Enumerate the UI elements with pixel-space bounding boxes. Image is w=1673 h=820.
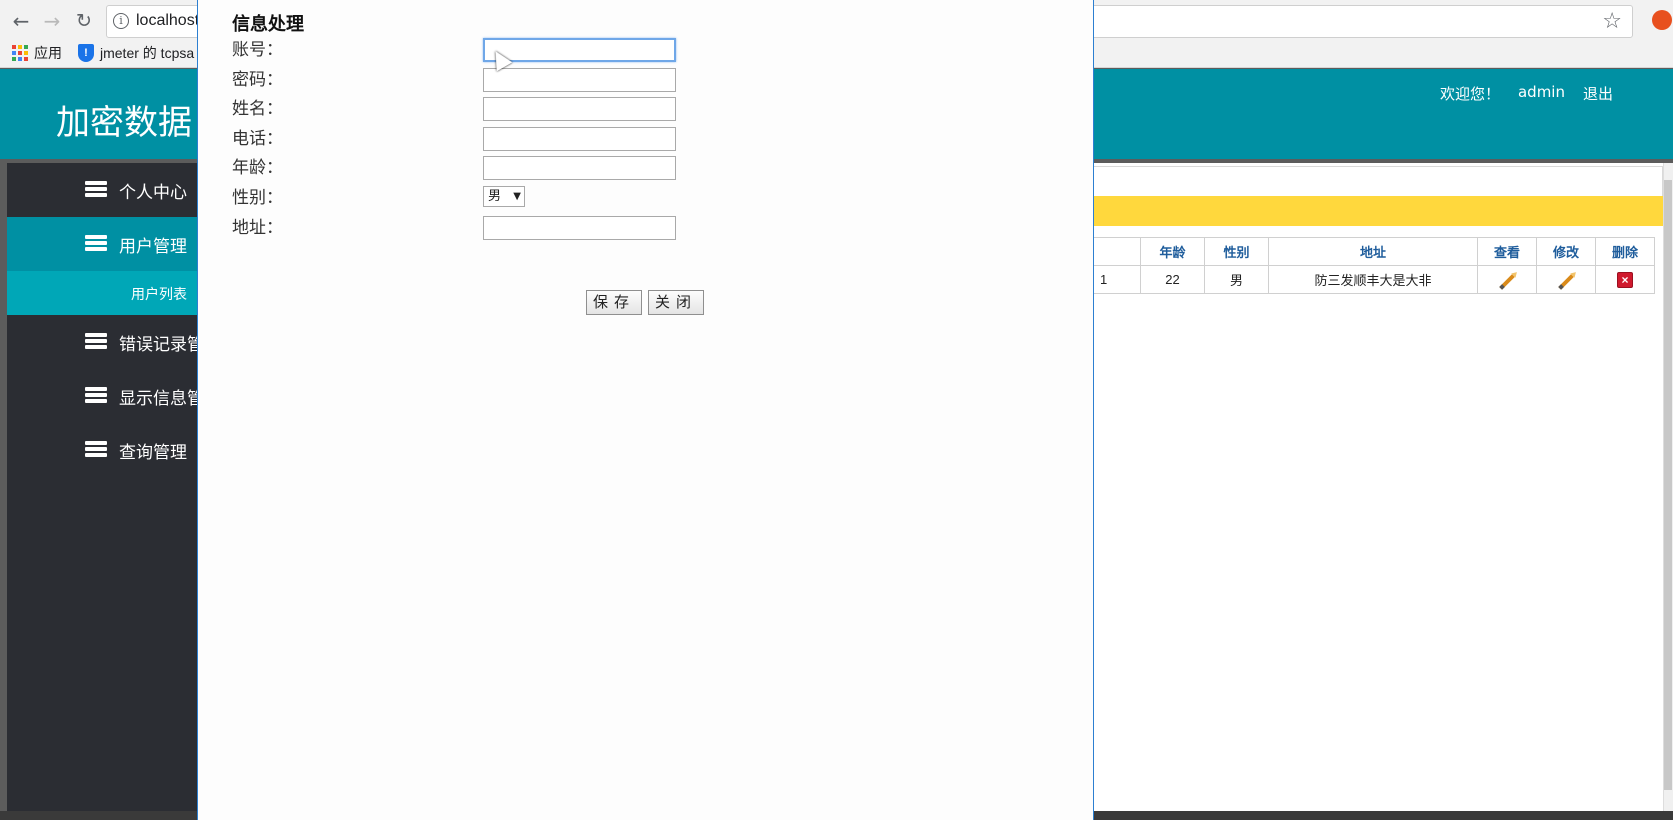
name-label: 姓名： <box>232 99 283 119</box>
password-input[interactable] <box>483 68 676 92</box>
close-button[interactable]: 关闭 <box>648 290 704 315</box>
app-title: 加密数据 <box>56 103 192 143</box>
bookmark-star-icon[interactable]: ☆ <box>1602 9 1622 34</box>
table-cell: 1 <box>1093 265 1141 294</box>
tab-strip <box>1093 166 1663 197</box>
layers-icon <box>85 235 107 253</box>
reload-icon[interactable]: ↻ <box>72 9 96 33</box>
phone-input[interactable] <box>483 127 676 151</box>
password-label: 密码： <box>232 70 283 90</box>
close-icon: × <box>1617 271 1633 288</box>
dropdown-arrow-icon: ▼ <box>513 191 521 202</box>
delete-button[interactable]: × <box>1595 265 1655 294</box>
form-row-gender: 性别： 男 ▼ <box>232 185 732 211</box>
address-label: 地址： <box>232 218 283 238</box>
user-area: 欢迎您！ admin 退出 <box>1440 83 1613 104</box>
sidebar-item-label: 错误记录管 <box>119 335 197 355</box>
bookmark-label: jmeter 的 tcpsa <box>100 45 195 61</box>
table-cell: 22 <box>1140 265 1205 294</box>
sidebar-item-display-info[interactable]: 显示信息管 <box>7 369 197 423</box>
sidebar-item-label: 个人中心 <box>119 183 187 203</box>
pencil-icon <box>1499 274 1515 290</box>
age-label: 年龄： <box>232 158 283 178</box>
username-link[interactable]: admin <box>1518 83 1565 104</box>
account-input[interactable] <box>483 38 676 62</box>
save-button[interactable]: 保存 <box>586 290 642 315</box>
back-arrow-icon[interactable]: ← <box>9 9 33 33</box>
form-row-name: 姓名： <box>232 96 732 122</box>
sidebar-item-user-management[interactable]: 用户管理 <box>7 217 197 271</box>
form-row-account: 账号： <box>232 37 732 63</box>
apps-grid-icon <box>12 45 28 61</box>
edit-button[interactable] <box>1536 265 1596 294</box>
pencil-icon <box>1558 274 1574 290</box>
table-cell: 男 <box>1204 265 1269 294</box>
info-dialog: 信息处理 账号： 密码： 姓名： 电话： 年龄： 性别： 男 ▼ 地址： 保存 … <box>197 0 1094 820</box>
age-input[interactable] <box>483 156 676 180</box>
sidebar-item-label: 用户列表 <box>131 287 187 303</box>
account-label: 账号： <box>232 40 283 60</box>
address-input[interactable] <box>483 216 676 240</box>
user-table: 年龄 性别 地址 查看 修改 删除 1 22 男 防三发顺丰大是大非 × <box>1093 237 1655 294</box>
layers-icon <box>85 181 107 199</box>
form-row-phone: 电话： <box>232 126 732 152</box>
sidebar-item-label: 显示信息管 <box>119 389 197 409</box>
sidebar-item-label: 查询管理 <box>119 443 187 463</box>
name-input[interactable] <box>483 97 676 121</box>
table-row: 1 22 男 防三发顺丰大是大非 × <box>1093 265 1655 294</box>
table-header: 修改 <box>1536 237 1596 266</box>
form-row-password: 密码： <box>232 67 732 93</box>
table-header: 地址 <box>1268 237 1478 266</box>
info-icon[interactable]: i <box>113 13 129 29</box>
bookmark-apps[interactable]: 应用 <box>12 43 62 63</box>
table-header: 查看 <box>1477 237 1537 266</box>
bookmark-label: 应用 <box>34 45 62 61</box>
notice-bar <box>1093 196 1663 226</box>
bookmark-jmeter[interactable]: ! jmeter 的 tcpsa <box>78 43 194 63</box>
gender-label: 性别： <box>232 188 283 208</box>
sidebar-item-personal-center[interactable]: 个人中心 <box>7 163 197 217</box>
phone-label: 电话： <box>232 129 283 149</box>
sidebar-subitem-user-list[interactable]: 用户列表 <box>7 271 197 315</box>
table-header <box>1093 237 1141 266</box>
scrollbar-thumb[interactable] <box>1664 180 1672 790</box>
sidebar: 个人中心 用户管理 用户列表 错误记录管 显示信息管 查询管理 <box>7 163 197 811</box>
table-header-row: 年龄 性别 地址 查看 修改 删除 <box>1093 237 1655 266</box>
sidebar-item-label: 用户管理 <box>119 237 187 257</box>
layers-icon <box>85 387 107 405</box>
layers-icon <box>85 333 107 351</box>
form-row-address: 地址： <box>232 215 732 241</box>
forward-arrow-icon[interactable]: → <box>40 9 64 33</box>
extension-icon[interactable] <box>1652 10 1672 30</box>
sidebar-item-query-management[interactable]: 查询管理 <box>7 423 197 477</box>
bookmarks-bar: 应用 ! jmeter 的 tcpsa <box>12 42 210 64</box>
logout-link[interactable]: 退出 <box>1583 83 1613 104</box>
gender-select-value: 男 <box>488 189 502 204</box>
view-button[interactable] <box>1477 265 1537 294</box>
table-header: 性别 <box>1204 237 1269 266</box>
dialog-title: 信息处理 <box>232 14 304 35</box>
welcome-text: 欢迎您！ <box>1439 85 1500 103</box>
table-header: 删除 <box>1595 237 1655 266</box>
layers-icon <box>85 441 107 459</box>
form-row-age: 年龄： <box>232 155 732 181</box>
table-header: 年龄 <box>1140 237 1205 266</box>
table-cell: 防三发顺丰大是大非 <box>1268 265 1478 294</box>
shield-icon: ! <box>78 44 94 62</box>
sidebar-item-error-records[interactable]: 错误记录管 <box>7 315 197 369</box>
gender-select[interactable]: 男 ▼ <box>483 186 525 207</box>
